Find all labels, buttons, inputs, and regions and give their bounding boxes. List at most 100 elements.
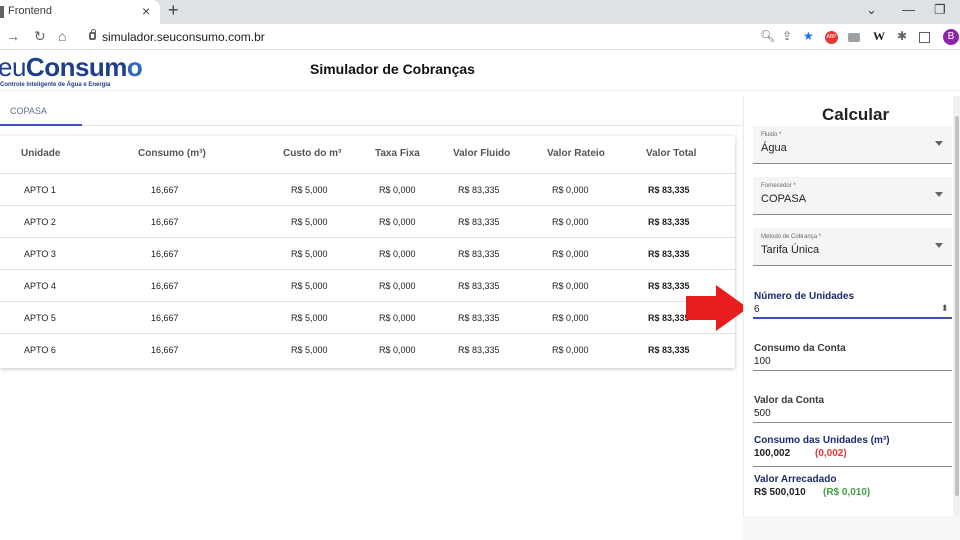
metodo-label: Metodo de Cobrança * [761, 234, 822, 240]
table-row[interactable]: APTO 6 16,667 R$ 5,000 R$ 0,000 R$ 83,335 R$ … [0, 334, 735, 366]
header-valor-rateio[interactable]: Valor Rateio [547, 148, 605, 159]
table-cell: R$ 83,335 [648, 281, 690, 291]
logo-tagline: Controle Inteligente de Água e Energia [0, 82, 111, 88]
fornecedor-value: COPASA [761, 193, 807, 205]
zoom-icon[interactable]: 🔍︎ [760, 29, 775, 43]
valor-arrecadado-label: Valor Arrecadado [754, 474, 837, 485]
panel-bottom [743, 516, 960, 540]
w-extension-icon[interactable]: W [873, 29, 885, 44]
browser-tab[interactable]: Frontend × [0, 0, 160, 24]
table-row[interactable]: APTO 3 16,667 R$ 5,000 R$ 0,000 R$ 83,335 R$ … [0, 238, 735, 270]
table-row[interactable]: APTO 4 16,667 R$ 5,000 R$ 0,000 R$ 83,335 R$ … [0, 270, 735, 302]
table-cell: R$ 0,000 [379, 185, 416, 195]
table-cell: R$ 0,000 [552, 313, 589, 323]
table-cell: R$ 83,335 [648, 217, 690, 227]
app-header [0, 51, 960, 91]
home-icon[interactable]: ⌂ [58, 28, 66, 44]
table-cell: R$ 83,335 [458, 217, 500, 227]
table-cell: R$ 0,000 [379, 249, 416, 259]
logo-o: o [126, 52, 143, 82]
bookmark-star-icon[interactable]: ★ [803, 29, 814, 43]
table-cell: APTO 2 [24, 217, 56, 227]
tab-title: Frontend [8, 5, 53, 17]
address-bar[interactable]: simulador.seuconsumo.com.br [102, 30, 265, 44]
forward-icon[interactable]: → [6, 28, 20, 44]
consumo-conta-field[interactable]: Consumo da Conta 100 [753, 343, 952, 371]
numero-unidades-label: Número de Unidades [754, 291, 855, 302]
table-cell: R$ 83,335 [648, 313, 690, 323]
table-cell: APTO 5 [24, 313, 56, 323]
table-cell: R$ 5,000 [291, 281, 328, 291]
fornecedor-label: Fornecedor * [761, 183, 796, 189]
lock-icon [89, 29, 96, 40]
table-cell: R$ 0,000 [552, 185, 589, 195]
adblock-icon[interactable]: ABP [825, 31, 838, 44]
table-row[interactable]: APTO 5 16,667 R$ 5,000 R$ 0,000 R$ 83,335 R$ … [0, 302, 735, 334]
number-stepper-icon[interactable]: ⬍ [941, 303, 949, 314]
consumo-conta-value[interactable]: 100 [754, 356, 771, 367]
table-cell: 16,667 [151, 281, 179, 291]
fluido-select[interactable]: Fluido * Água [753, 126, 952, 164]
dropdown-arrow-icon [935, 192, 943, 197]
table-cell: R$ 83,335 [458, 345, 500, 355]
scrollbar-thumb[interactable] [955, 116, 959, 496]
browser-tabstrip: Frontend × + ⌄ — ❐ [0, 0, 960, 24]
metodo-value: Tarifa Única [761, 244, 820, 256]
tab-copasa[interactable]: COPASA [0, 96, 82, 126]
numero-unidades-field[interactable]: Número de Unidades 6 ⬍ [753, 291, 952, 319]
table-cell: R$ 0,000 [379, 217, 416, 227]
logo-eu: eu [0, 52, 26, 82]
share-icon[interactable]: ⇪ [782, 29, 792, 43]
pointer-arrow-icon [686, 296, 716, 320]
fluido-value: Água [761, 142, 787, 154]
table-cell: R$ 0,000 [552, 281, 589, 291]
table-cell: 16,667 [151, 249, 179, 259]
table-cell: R$ 5,000 [291, 185, 328, 195]
table-cell: APTO 3 [24, 249, 56, 259]
panel-title: Calcular [822, 105, 890, 124]
tab-search-icon[interactable]: ⌄ [866, 2, 877, 18]
table-cell: R$ 0,000 [552, 249, 589, 259]
fornecedor-select[interactable]: Fornecedor * COPASA [753, 177, 952, 215]
header-custo[interactable]: Custo do m³ [283, 148, 341, 159]
valor-conta-value[interactable]: 500 [754, 408, 771, 419]
table-cell: R$ 0,000 [379, 345, 416, 355]
table-cell: R$ 0,000 [552, 217, 589, 227]
header-unidade[interactable]: Unidade [21, 148, 60, 159]
header-valor-fluido[interactable]: Valor Fluido [453, 148, 510, 159]
metodo-select[interactable]: Metodo de Cobrança * Tarifa Única [753, 228, 952, 266]
profile-avatar[interactable]: B [943, 29, 959, 45]
tab-close-icon[interactable]: × [142, 3, 150, 19]
puzzle-icon[interactable]: ✱ [897, 29, 907, 43]
restore-button[interactable]: ❐ [934, 2, 946, 18]
sidepanel-icon[interactable] [919, 32, 930, 43]
header-taxa[interactable]: Taxa Fixa [375, 148, 420, 159]
minimize-button[interactable]: — [902, 2, 915, 17]
header-valor-total[interactable]: Valor Total [646, 148, 696, 159]
valor-conta-field[interactable]: Valor da Conta 500 [753, 395, 952, 423]
table-cell: R$ 5,000 [291, 217, 328, 227]
table-cell: R$ 5,000 [291, 249, 328, 259]
dropdown-arrow-icon [935, 243, 943, 248]
header-consumo[interactable]: Consumo (m³) [138, 148, 206, 159]
consumo-unidades-diff: (0,002) [815, 448, 847, 459]
page-title: Simulador de Cobranças [310, 61, 475, 77]
table-row[interactable]: APTO 1 16,667 R$ 5,000 R$ 0,000 R$ 83,335 R$ … [0, 174, 735, 206]
table-row[interactable]: APTO 2 16,667 R$ 5,000 R$ 0,000 R$ 83,335 R$ … [0, 206, 735, 238]
results-table: Unidade Consumo (m³) Custo do m³ Taxa Fi… [0, 136, 735, 368]
valor-arrecadado-diff: (R$ 0,010) [823, 487, 871, 498]
tab-bar: COPASA [0, 96, 742, 126]
numero-unidades-value[interactable]: 6 [754, 304, 760, 315]
new-tab-button[interactable]: + [168, 0, 179, 21]
reload-icon[interactable]: ↻ [34, 28, 46, 45]
table-cell: 16,667 [151, 185, 179, 195]
table-cell: R$ 5,000 [291, 313, 328, 323]
logo-consum: Consum [25, 52, 128, 82]
table-cell: R$ 0,000 [379, 313, 416, 323]
valor-conta-label: Valor da Conta [754, 395, 825, 406]
table-cell: R$ 83,335 [648, 345, 690, 355]
logo: euConsumo [0, 52, 143, 83]
table-cell: R$ 83,335 [458, 249, 500, 259]
table-cell: APTO 6 [24, 345, 56, 355]
extension-icon[interactable] [848, 33, 860, 42]
